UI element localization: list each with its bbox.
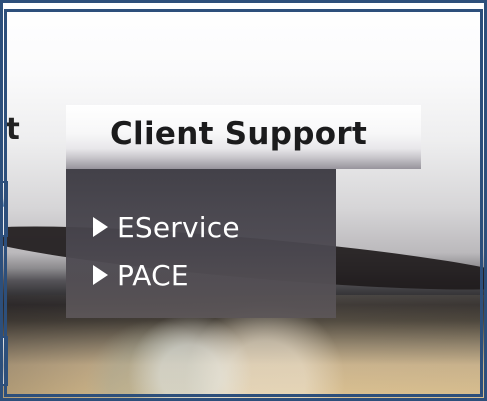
partial-nav-label: t bbox=[6, 112, 20, 147]
left-lower-window-edge bbox=[0, 336, 8, 386]
menu-item-eservice[interactable]: EService bbox=[93, 203, 336, 251]
client-support-screen: t Client Support EService PACE bbox=[0, 0, 487, 401]
client-support-menu: EService PACE bbox=[66, 169, 336, 318]
menu-item-label: PACE bbox=[117, 258, 189, 292]
triangle-right-icon bbox=[93, 265, 108, 285]
left-window-edge bbox=[0, 181, 8, 237]
triangle-right-icon bbox=[93, 217, 108, 237]
menu-item-label: EService bbox=[117, 210, 240, 244]
client-support-tab[interactable]: Client Support bbox=[66, 105, 421, 169]
client-support-title: Client Support bbox=[110, 116, 368, 152]
menu-item-pace[interactable]: PACE bbox=[93, 251, 336, 299]
